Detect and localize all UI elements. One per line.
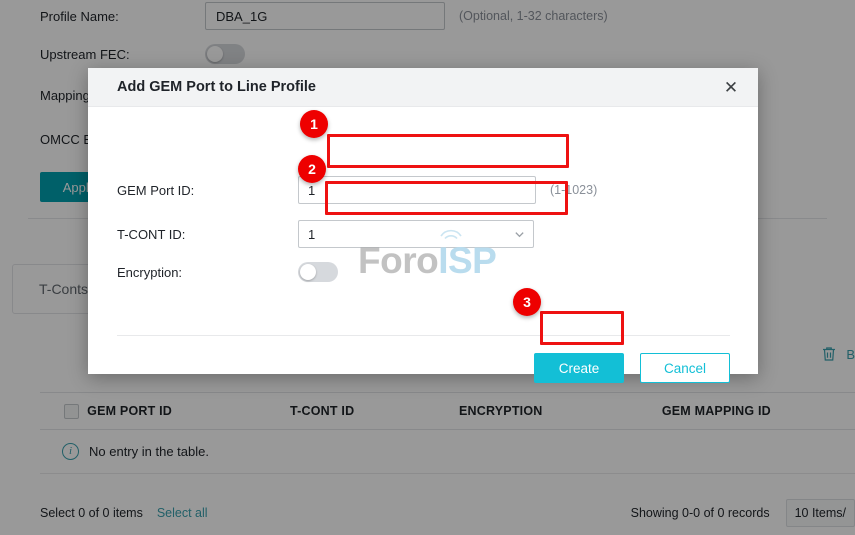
tcont-id-selected-value: 1 [308, 227, 315, 242]
modal-actions: Create Cancel [534, 353, 730, 383]
modal-body: GEM Port ID: 1 (1-1023) T-CONT ID: 1 Enc… [88, 107, 758, 374]
tcont-id-select[interactable]: 1 [298, 220, 534, 248]
modal-row-tcont-id: T-CONT ID: 1 [88, 220, 758, 248]
annotation-badge-1: 1 [300, 110, 328, 138]
modal-divider [117, 335, 730, 336]
gem-port-id-hint: (1-1023) [550, 183, 597, 197]
close-icon[interactable]: ✕ [720, 76, 742, 98]
gem-port-id-input[interactable]: 1 [298, 176, 536, 204]
encryption-label: Encryption: [88, 265, 298, 280]
modal-row-encryption: Encryption: [88, 262, 758, 282]
modal-title: Add GEM Port to Line Profile [117, 79, 316, 95]
page-root: Profile Name: DBA_1G (Optional, 1-32 cha… [0, 0, 855, 535]
create-button[interactable]: Create [534, 353, 624, 383]
modal-header: Add GEM Port to Line Profile ✕ [88, 68, 758, 107]
chevron-down-icon [514, 229, 525, 240]
cancel-button[interactable]: Cancel [640, 353, 730, 383]
encryption-toggle[interactable] [298, 262, 338, 282]
modal-row-gem-port-id: GEM Port ID: 1 (1-1023) [88, 176, 758, 204]
add-gem-port-modal: Add GEM Port to Line Profile ✕ GEM Port … [88, 68, 758, 374]
tcont-id-label: T-CONT ID: [88, 227, 298, 242]
annotation-badge-3: 3 [513, 288, 541, 316]
annotation-badge-2: 2 [298, 155, 326, 183]
gem-port-id-label: GEM Port ID: [88, 183, 298, 198]
toggle-knob [300, 264, 316, 280]
